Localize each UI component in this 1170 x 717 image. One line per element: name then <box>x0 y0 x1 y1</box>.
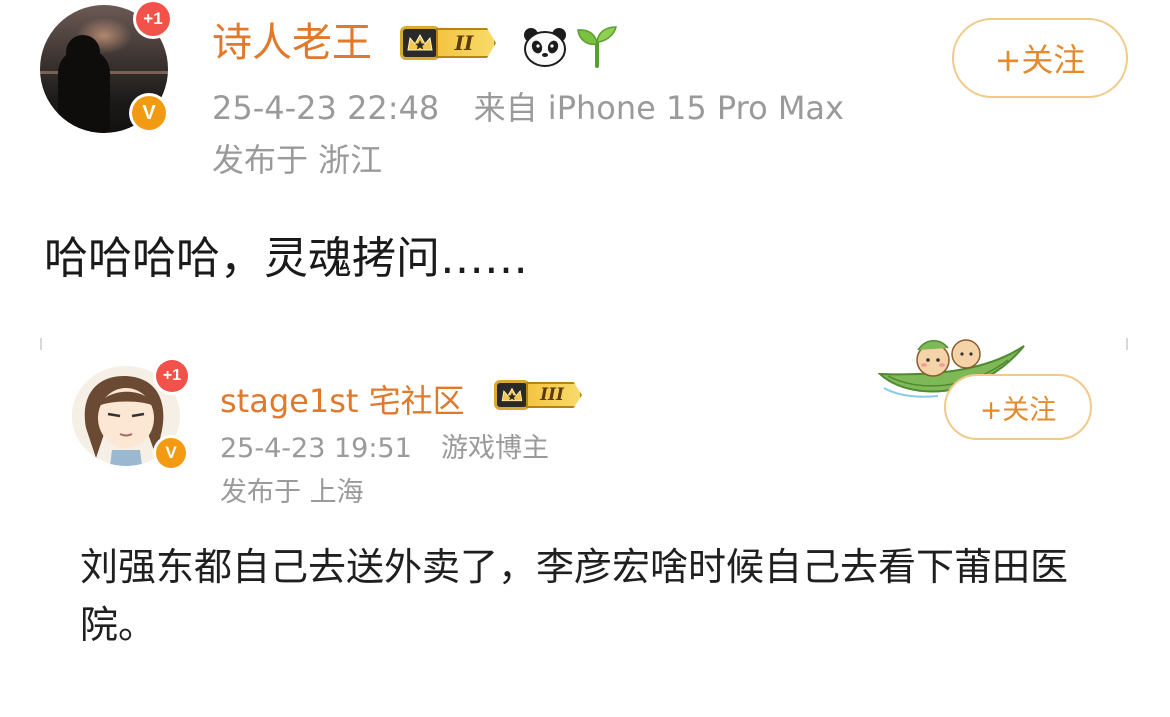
repost-meta-line: 25-4-23 19:51 游戏博主 <box>220 430 549 468</box>
post-source: 来自 iPhone 15 Pro Max <box>473 89 844 127</box>
repost-plus-one-badge: +1 <box>156 360 188 392</box>
repost-member-level-badge[interactable]: III <box>494 380 582 410</box>
repost-location: 发布于 上海 <box>220 477 364 508</box>
repost-verified-badge: V <box>156 438 186 468</box>
card-corner-left <box>40 338 42 350</box>
level-label: II <box>436 28 496 58</box>
author-name[interactable]: 诗人老王 <box>212 18 372 68</box>
post-meta-line: 25-4-23 22:48 来自 iPhone 15 Pro Max <box>212 86 844 130</box>
panda-icon <box>522 26 568 68</box>
sprout-icon <box>574 24 620 68</box>
post-location: 发布于 浙江 <box>212 141 383 179</box>
repost-time: 25-4-23 19:51 <box>220 433 412 464</box>
crown-icon <box>400 26 440 60</box>
plus-one-badge: +1 <box>136 2 170 36</box>
repost-text: 刘强东都自己去送外卖了，李彦宏啥时候自己去看下莆田医院。 <box>80 545 1069 647</box>
member-level-badge[interactable]: II <box>400 26 496 60</box>
repost-follow-button[interactable]: +关注 <box>944 374 1092 440</box>
post-time: 25-4-23 22:48 <box>212 89 440 127</box>
repost-crown-icon <box>494 380 530 410</box>
repost-author-tag: 游戏博主 <box>440 433 549 464</box>
verified-badge: V <box>132 96 166 130</box>
post-text: 哈哈哈哈，灵魂拷问…… <box>44 233 528 284</box>
repost-author-name[interactable]: stage1st 宅社区 <box>220 376 465 422</box>
repost-level-label: III <box>526 382 582 408</box>
card-corner-right <box>1126 338 1128 350</box>
follow-button[interactable]: +关注 <box>952 18 1128 98</box>
